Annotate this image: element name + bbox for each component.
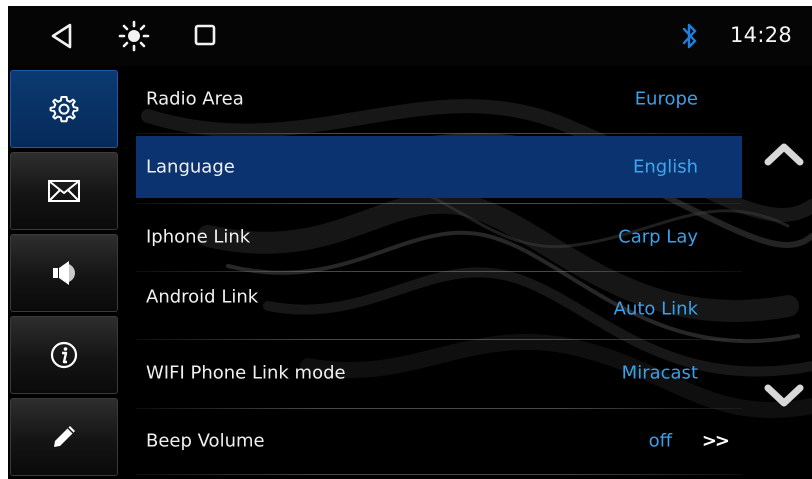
info-icon (49, 340, 79, 370)
list-item-radio-area[interactable]: Radio Area Europe (136, 68, 742, 130)
home-square-icon[interactable] (194, 24, 216, 46)
row-value: Carp Lay (618, 226, 698, 248)
row-label: Iphone Link (146, 226, 251, 248)
divider (136, 133, 742, 134)
row-value: off (648, 430, 672, 452)
back-triangle-icon[interactable] (48, 22, 74, 50)
double-chevron-right-icon: >> (701, 430, 730, 452)
chevron-down-icon[interactable] (762, 378, 806, 414)
sidebar-item-info[interactable] (10, 316, 118, 394)
row-value: English (633, 156, 698, 178)
row-label: Beep Volume (146, 430, 265, 452)
sidebar-item-messages[interactable] (10, 152, 118, 230)
status-bar: 14:28 (8, 6, 812, 66)
list-item-iphone-link[interactable]: Iphone Link Carp Lay (136, 206, 742, 268)
row-label: Android Link (146, 286, 259, 308)
speaker-icon (49, 258, 79, 288)
chevron-up-icon[interactable] (762, 136, 806, 172)
divider (136, 474, 742, 475)
head-unit-screen: 14:28 Radio Area Europe Language English… (8, 6, 812, 479)
row-label: WIFI Phone Link mode (146, 362, 346, 384)
sidebar-item-settings[interactable] (10, 70, 118, 148)
sidebar-item-sound[interactable] (10, 234, 118, 312)
settings-list: Radio Area Europe Language English Iphon… (136, 68, 742, 479)
list-item-wifi-phone-link-mode[interactable]: WIFI Phone Link mode Miracast (136, 342, 742, 404)
clock-time: 14:28 (730, 23, 793, 47)
gear-icon (49, 94, 79, 124)
divider (136, 339, 742, 340)
sidebar-item-edit[interactable] (10, 398, 118, 476)
envelope-icon (47, 178, 81, 204)
brightness-icon[interactable] (118, 20, 150, 52)
pencil-icon (49, 422, 79, 452)
list-item-beep-volume[interactable]: Beep Volume off >> (136, 410, 742, 472)
row-value: Auto Link (613, 298, 698, 320)
divider (136, 408, 742, 409)
sidebar (8, 66, 120, 479)
row-value: Miracast (621, 362, 698, 384)
row-label: Radio Area (146, 88, 244, 110)
list-item-android-link[interactable]: Android Link Auto Link (136, 272, 742, 334)
row-value: Europe (634, 88, 698, 110)
list-item-language[interactable]: Language English (136, 136, 742, 198)
bluetooth-icon (680, 21, 700, 51)
divider (136, 203, 742, 204)
row-label: Language (146, 156, 235, 178)
